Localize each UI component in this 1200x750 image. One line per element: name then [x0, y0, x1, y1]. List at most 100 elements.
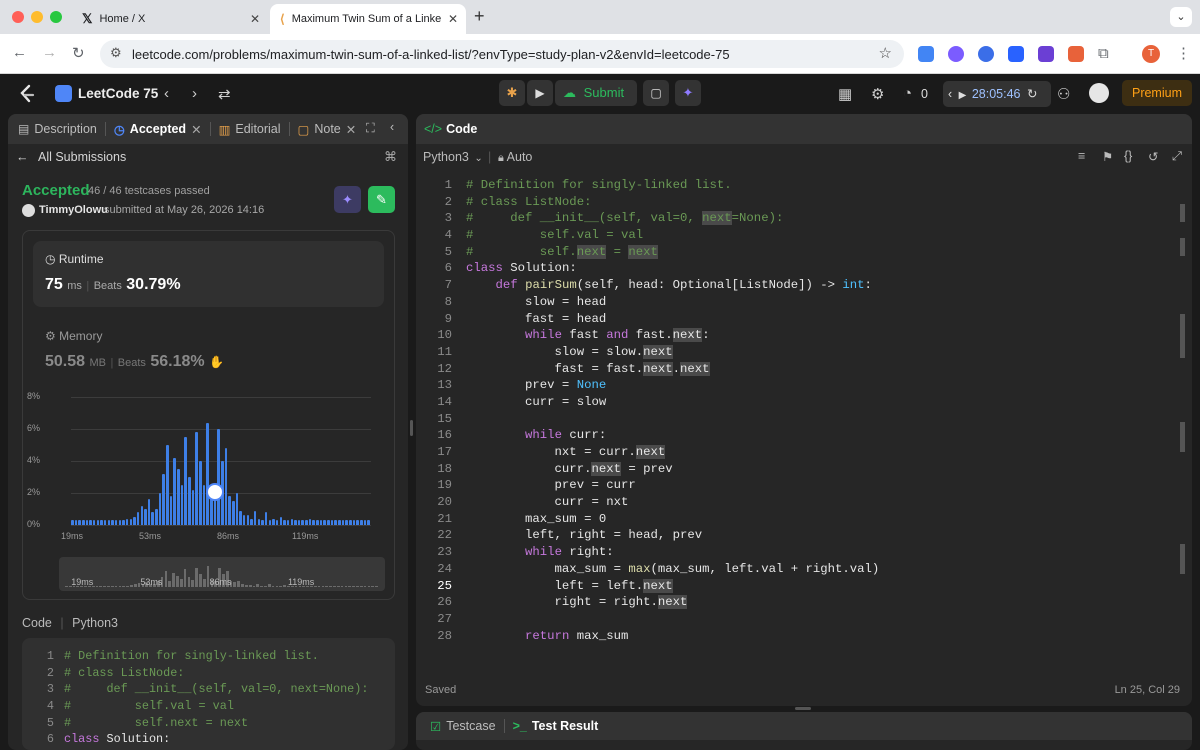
- chart-bar[interactable]: [294, 520, 297, 525]
- code-line[interactable]: 27: [424, 611, 1164, 628]
- chart-bar[interactable]: [261, 520, 264, 525]
- code-line[interactable]: 28 return max_sum: [424, 628, 1164, 645]
- submitter-name[interactable]: TimmyOlowu: [39, 204, 108, 216]
- chart-bar[interactable]: [217, 429, 220, 525]
- notes-button[interactable]: ▢: [643, 80, 669, 106]
- panel-resize-handle[interactable]: [410, 420, 413, 436]
- chart-bar[interactable]: [305, 520, 308, 525]
- chart-bar[interactable]: [147, 499, 151, 525]
- chart-bar[interactable]: [144, 509, 147, 525]
- close-window-button[interactable]: [12, 11, 24, 23]
- chart-bar[interactable]: [151, 512, 155, 525]
- chart-bar[interactable]: [367, 520, 370, 525]
- format-icon[interactable]: ≡: [1078, 149, 1085, 163]
- your-submission-marker[interactable]: [205, 483, 224, 501]
- chart-bar[interactable]: [78, 520, 81, 525]
- editor-scrollbar[interactable]: [1180, 204, 1185, 664]
- code-line[interactable]: 17 nxt = curr.next: [424, 444, 1164, 461]
- chart-bar[interactable]: [169, 496, 173, 525]
- chart-bar[interactable]: [228, 496, 231, 525]
- braces-icon[interactable]: {}: [1124, 149, 1132, 163]
- chart-bar[interactable]: [180, 485, 184, 525]
- maximize-window-button[interactable]: [50, 11, 62, 23]
- timer-reset-icon[interactable]: ↻: [1027, 87, 1037, 101]
- tab-editorial[interactable]: ▥ Editorial: [213, 122, 287, 137]
- extension-note-icon[interactable]: [1038, 46, 1054, 62]
- code-line[interactable]: 9 fast = head: [424, 311, 1164, 328]
- close-tab-icon[interactable]: ✕: [191, 122, 201, 137]
- previous-problem-icon[interactable]: ‹: [164, 85, 169, 102]
- chart-bar[interactable]: [133, 517, 136, 525]
- chart-bar[interactable]: [224, 448, 228, 525]
- code-line[interactable]: 11 slow = slow.next: [424, 344, 1164, 361]
- reload-icon[interactable]: ↻: [72, 44, 85, 62]
- collapse-panel-icon[interactable]: ‹: [390, 120, 394, 134]
- tab-note[interactable]: ▢ Note ✕: [292, 122, 363, 137]
- expand-panel-icon[interactable]: ⛶: [366, 121, 375, 136]
- code-line[interactable]: 3 # def __init__(self, val=0, next=None):: [424, 210, 1164, 227]
- streak-fire-icon[interactable]: ◔: [903, 85, 912, 102]
- extensions-puzzle-icon[interactable]: ⧉: [1098, 45, 1109, 62]
- analyze-ai-button[interactable]: ✦: [334, 186, 361, 213]
- chart-bar[interactable]: [345, 520, 348, 525]
- shuffle-icon[interactable]: ⇄: [218, 85, 231, 103]
- chart-bar[interactable]: [297, 520, 301, 525]
- chart-range-slider[interactable]: 19ms 53ms 86ms 119ms: [59, 557, 385, 591]
- chart-bar[interactable]: [363, 520, 367, 525]
- tab-testcase[interactable]: ☑ Testcase: [424, 719, 502, 734]
- code-line[interactable]: 21 max_sum = 0: [424, 511, 1164, 528]
- chart-bar[interactable]: [173, 457, 176, 525]
- chart-bar[interactable]: [74, 520, 78, 525]
- user-avatar[interactable]: [1089, 83, 1109, 103]
- tab-search-button[interactable]: ⌄: [1170, 7, 1192, 27]
- browser-menu-icon[interactable]: ⋮: [1176, 44, 1191, 62]
- chart-bar[interactable]: [360, 520, 363, 525]
- runtime-card[interactable]: ◷ Runtime 75 ms | Beats 30.79%: [33, 241, 384, 307]
- debug-button[interactable]: ✱: [499, 80, 525, 106]
- chart-bar[interactable]: [264, 512, 268, 525]
- code-line[interactable]: 12 fast = fast.next.next: [424, 361, 1164, 378]
- chart-bar[interactable]: [246, 515, 250, 525]
- add-friend-icon[interactable]: ⚇: [1057, 85, 1070, 103]
- chart-bar[interactable]: [316, 520, 319, 525]
- study-plan-icon[interactable]: [55, 85, 72, 102]
- chart-bar[interactable]: [283, 520, 286, 525]
- layout-grid-icon[interactable]: ▦: [838, 85, 852, 103]
- chart-bar[interactable]: [349, 520, 352, 525]
- code-line[interactable]: 4 # self.val = val: [424, 227, 1164, 244]
- chart-bar[interactable]: [118, 520, 122, 525]
- chart-bar[interactable]: [250, 518, 253, 525]
- address-bar[interactable]: ⚙ leetcode.com/problems/maximum-twin-sum…: [100, 40, 904, 68]
- chart-bar[interactable]: [334, 520, 337, 525]
- chart-bar[interactable]: [125, 518, 129, 525]
- code-line[interactable]: 23 while right:: [424, 544, 1164, 561]
- chart-bar[interactable]: [184, 437, 187, 525]
- code-line[interactable]: 24 max_sum = max(max_sum, left.val + rig…: [424, 561, 1164, 578]
- leetcode-logo-icon[interactable]: [18, 84, 36, 104]
- chart-bar[interactable]: [275, 520, 279, 525]
- submitted-code-preview[interactable]: 1 # Definition for singly-linked list. 2 # …: [22, 638, 395, 750]
- chart-bar[interactable]: [166, 445, 169, 525]
- profile-avatar[interactable]: T: [1142, 45, 1160, 63]
- chart-bar[interactable]: [177, 469, 180, 525]
- chart-bar[interactable]: [352, 520, 356, 525]
- premium-button[interactable]: Premium: [1122, 80, 1192, 106]
- bookmark-star-icon[interactable]: ☆: [879, 44, 892, 62]
- chart-bar[interactable]: [338, 520, 341, 525]
- chart-bar[interactable]: [341, 520, 345, 525]
- forward-arrow-icon[interactable]: →: [42, 44, 57, 61]
- chart-bar[interactable]: [114, 520, 118, 525]
- minimize-window-button[interactable]: [31, 11, 43, 23]
- back-arrow-icon[interactable]: ←: [12, 44, 27, 61]
- code-editor[interactable]: 1 # Definition for singly-linked list. 2 # …: [424, 177, 1164, 657]
- chart-bar[interactable]: [301, 520, 305, 525]
- chart-bar[interactable]: [308, 518, 312, 525]
- chart-bar[interactable]: [279, 517, 283, 525]
- extension-shield-icon[interactable]: [978, 46, 994, 62]
- extension-docs-icon[interactable]: [918, 46, 934, 62]
- browser-tab-x[interactable]: 𝕏 Home / X ✕: [72, 4, 268, 34]
- chart-bar[interactable]: [111, 520, 114, 525]
- tab-description[interactable]: ▤ Description: [12, 122, 103, 136]
- extension-fox-icon[interactable]: [1068, 46, 1084, 62]
- timer-collapse-icon[interactable]: ‹: [948, 87, 952, 101]
